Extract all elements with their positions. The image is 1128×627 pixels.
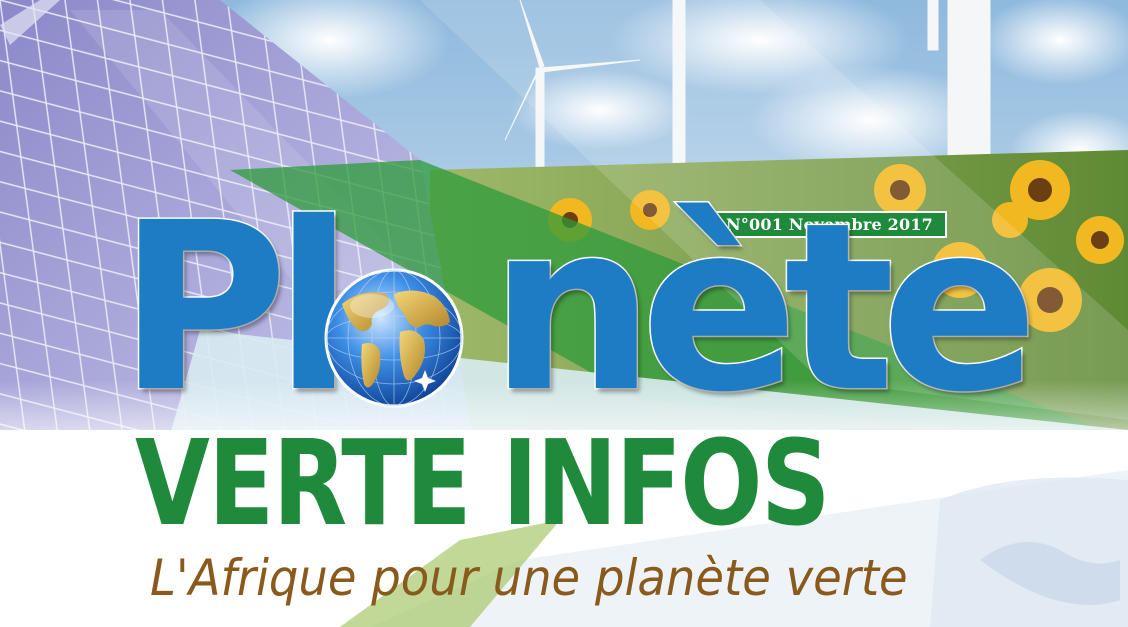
- magazine-title-planete: Pl nète: [117, 173, 1040, 443]
- magazine-title-verte-infos: VERTE INFOS: [135, 414, 831, 552]
- title-part-pl: Pl: [117, 173, 356, 443]
- magazine-banner: N°001 Novembre 2017 Pl nète VERTE INFOS …: [0, 0, 1128, 627]
- tagline: L'Afrique pour une planète verte: [150, 549, 908, 607]
- title-part-nete: nète: [488, 173, 1040, 443]
- globe-icon: [324, 268, 464, 408]
